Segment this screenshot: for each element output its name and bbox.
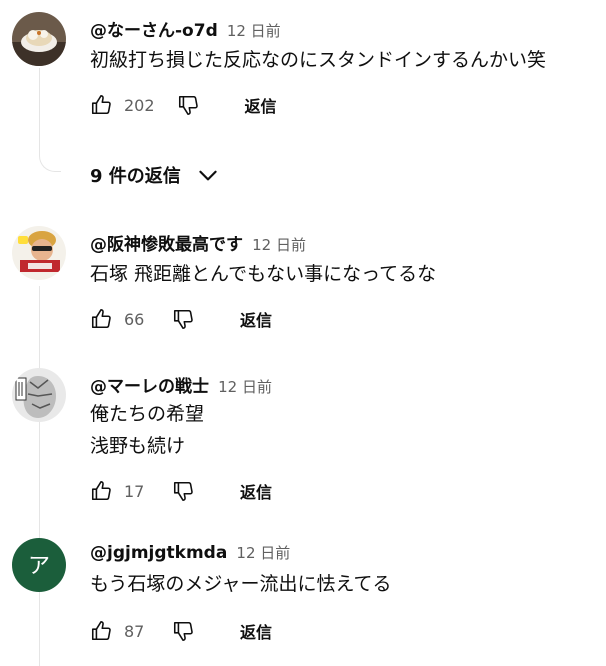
like-count: 66 — [124, 309, 145, 329]
reply-button[interactable]: 返信 — [240, 479, 272, 503]
comment-time[interactable]: 12 日前 — [218, 378, 272, 396]
comment-meta: @マーレの戦士 12 日前 — [90, 372, 272, 397]
like-count: 202 — [124, 95, 155, 115]
replies-toggle-button[interactable]: 9 件の返信 — [90, 160, 221, 190]
comment-actions: 66 返信 — [88, 304, 272, 334]
avatar-letter: ア — [28, 554, 50, 579]
comment-text-line: 浅野も続け — [90, 435, 186, 457]
comment-time[interactable]: 12 日前 — [227, 22, 281, 40]
dislike-icon[interactable] — [170, 478, 196, 504]
chevron-down-icon — [195, 162, 221, 188]
comment-meta: @jgjmjgtkmda 12 日前 — [90, 542, 290, 563]
letter-avatar[interactable]: ア — [12, 538, 66, 592]
food-bowl-avatar[interactable] — [12, 12, 66, 66]
like-icon[interactable] — [88, 92, 114, 118]
comment-author[interactable]: @マーレの戦士 — [90, 377, 209, 397]
comment-author[interactable]: @なーさん-o7d — [90, 21, 218, 41]
comment-author[interactable]: @jgjmjgtkmda — [90, 543, 227, 563]
person-avatar[interactable] — [12, 226, 66, 280]
comment-text-line: 石塚 飛距離とんでもない事になってるな — [90, 263, 437, 285]
reply-button[interactable]: 返信 — [240, 307, 272, 331]
thread-line — [39, 68, 40, 128]
comment-meta: @なーさん-o7d 12 日前 — [90, 16, 281, 41]
like-count: 87 — [124, 621, 145, 641]
comment-time[interactable]: 12 日前 — [236, 544, 290, 562]
like-icon[interactable] — [88, 306, 114, 332]
like-icon[interactable] — [88, 618, 114, 644]
comment-text: もう石塚のメジャー流出に怯えてる — [90, 568, 392, 600]
like-count: 17 — [124, 481, 145, 501]
thread-line — [39, 286, 40, 666]
comment-actions: 202 返信 — [88, 90, 277, 120]
thread-connector — [39, 128, 61, 172]
dislike-icon[interactable] — [175, 92, 201, 118]
comment-author[interactable]: @阪神惨敗最高です — [90, 235, 243, 255]
dislike-icon[interactable] — [170, 618, 196, 644]
comment-text: 俺たちの希望 浅野も続け — [90, 398, 204, 462]
like-icon[interactable] — [88, 478, 114, 504]
manga-avatar[interactable] — [12, 368, 66, 422]
comment-text-line: 初級打ち損じた反応なのにスタンドインするんかい笑 — [90, 49, 547, 71]
reply-button[interactable]: 返信 — [245, 93, 277, 117]
comment-text-line: もう石塚のメジャー流出に怯えてる — [90, 573, 392, 595]
comment-actions: 87 返信 — [88, 616, 272, 646]
dislike-icon[interactable] — [170, 306, 196, 332]
comment-text: 初級打ち損じた反応なのにスタンドインするんかい笑 — [90, 44, 546, 76]
replies-count-label: 9 件の返信 — [90, 166, 181, 187]
comment-meta: @阪神惨敗最高です 12 日前 — [90, 230, 306, 255]
comment-actions: 17 返信 — [88, 476, 272, 506]
comment-text-line: 俺たちの希望 — [90, 403, 205, 425]
comment-time[interactable]: 12 日前 — [252, 236, 306, 254]
reply-button[interactable]: 返信 — [240, 619, 272, 643]
comment-text: 石塚 飛距離とんでもない事になってるな — [90, 258, 436, 290]
